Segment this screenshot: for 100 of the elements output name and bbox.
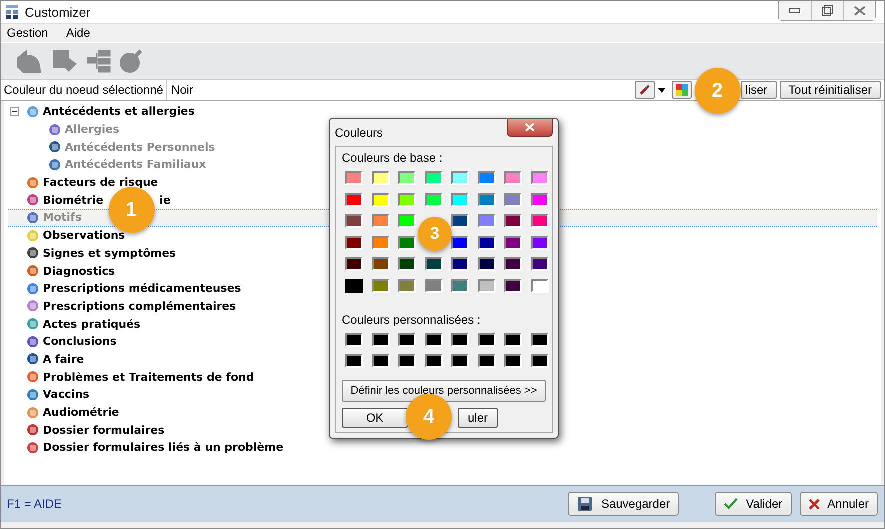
color-swatch[interactable] [504, 257, 522, 271]
color-swatch[interactable] [398, 278, 416, 292]
color-swatch[interactable] [530, 192, 548, 206]
restore-button[interactable] [811, 1, 843, 20]
validate-button[interactable]: Valider [715, 492, 792, 516]
color-swatch[interactable] [504, 332, 522, 346]
color-swatch[interactable] [478, 332, 496, 346]
color-swatch[interactable] [424, 278, 442, 292]
color-swatch[interactable] [398, 192, 416, 206]
color-swatch[interactable] [372, 236, 390, 250]
color-swatch[interactable] [530, 278, 548, 292]
color-swatch[interactable] [424, 354, 442, 368]
color-swatch[interactable] [345, 257, 363, 271]
color-swatch[interactable] [478, 257, 496, 271]
tree-item[interactable]: Conclusions [43, 335, 117, 348]
bomb-icon[interactable] [119, 48, 145, 74]
color-swatch[interactable] [398, 236, 416, 250]
color-swatch[interactable] [424, 192, 442, 206]
color-swatch[interactable] [424, 257, 442, 271]
color-swatch[interactable] [451, 214, 469, 228]
tree-item[interactable]: Signes et symptômes [43, 246, 176, 260]
color-swatch[interactable] [372, 354, 390, 368]
color-swatch[interactable] [372, 171, 390, 185]
menu-item[interactable]: Aide [66, 26, 90, 40]
color-swatch[interactable] [504, 278, 522, 292]
color-swatch[interactable] [478, 236, 496, 250]
tree-item[interactable]: Antécédents et allergies [43, 105, 195, 118]
color-swatch[interactable] [398, 354, 416, 368]
color-swatch[interactable] [424, 332, 442, 346]
tree-item[interactable]: A faire [43, 352, 84, 366]
tree-item[interactable]: Audiométrie [43, 406, 120, 420]
color-swatch[interactable] [451, 257, 469, 271]
tree-item[interactable]: Facteurs de risque [43, 176, 158, 190]
color-swatch[interactable] [398, 332, 416, 346]
cancel-button[interactable]: uler [458, 408, 498, 428]
color-swatch[interactable] [451, 236, 469, 250]
color-swatch[interactable] [372, 257, 390, 271]
tree-item[interactable]: Dossier formulaires [43, 424, 165, 437]
dropdown-arrow-icon[interactable] [658, 88, 666, 92]
color-swatch[interactable] [504, 171, 522, 185]
color-swatch[interactable] [372, 214, 390, 228]
color-swatch[interactable] [530, 354, 548, 368]
color-swatch[interactable] [424, 171, 442, 185]
color-swatch[interactable] [504, 192, 522, 206]
color-swatch[interactable] [451, 332, 469, 346]
ok-button[interactable]: OK [342, 408, 408, 428]
color-swatch[interactable] [345, 332, 363, 346]
tree-item[interactable]: Actes pratiqués [43, 318, 141, 331]
color-swatch[interactable] [530, 214, 548, 228]
color-swatch[interactable] [530, 257, 548, 271]
reset-all-button[interactable]: Tout réinitialiser [780, 81, 881, 99]
cancel-button[interactable]: Annuler [800, 492, 878, 516]
color-swatch[interactable] [345, 354, 363, 368]
tree-item[interactable]: Dossier formulaires liés à un problème [43, 441, 284, 454]
color-value-field[interactable]: Noir [167, 83, 635, 97]
back-arrow-icon[interactable] [15, 48, 43, 74]
forward-arrow-icon[interactable] [51, 48, 79, 74]
color-swatch[interactable] [530, 171, 548, 185]
tree-item[interactable]: Vaccins [43, 388, 90, 402]
color-swatch[interactable] [530, 236, 548, 250]
color-swatch[interactable] [478, 171, 496, 185]
collapse-toggle[interactable] [10, 107, 19, 116]
minimize-button[interactable] [779, 1, 811, 20]
color-swatch[interactable] [372, 192, 390, 206]
menu-item[interactable]: Gestion [7, 26, 48, 40]
color-swatch[interactable] [398, 171, 416, 185]
define-custom-colors-button[interactable]: Définir les couleurs personnalisées >> [342, 380, 546, 402]
color-swatch[interactable] [478, 192, 496, 206]
color-swatch[interactable] [451, 278, 469, 292]
color-swatch[interactable] [451, 192, 469, 206]
color-swatch[interactable] [504, 354, 522, 368]
tree-item[interactable]: Problèmes et Traitements de fond [43, 370, 254, 384]
color-swatch[interactable] [530, 332, 548, 346]
tree-item[interactable]: Biométrie [43, 194, 104, 207]
color-swatch[interactable] [372, 278, 390, 292]
color-swatch[interactable] [478, 278, 496, 292]
close-button[interactable] [843, 1, 875, 20]
color-swatch[interactable] [504, 236, 522, 250]
color-swatch[interactable] [478, 354, 496, 368]
color-swatch[interactable] [345, 278, 363, 292]
color-swatch[interactable] [345, 171, 363, 185]
color-swatch[interactable] [398, 257, 416, 271]
hierarchy-icon[interactable] [87, 49, 111, 73]
tree-item[interactable]: Diagnostics [43, 264, 116, 278]
color-swatch[interactable] [345, 236, 363, 250]
color-swatch[interactable] [451, 171, 469, 185]
color-swatch[interactable] [345, 192, 363, 206]
color-swatch[interactable] [398, 214, 416, 228]
reset-button[interactable]: liser [740, 81, 777, 99]
color-swatch[interactable] [504, 214, 522, 228]
palette-button[interactable] [672, 81, 692, 99]
color-swatch[interactable] [478, 214, 496, 228]
color-swatch[interactable] [372, 332, 390, 346]
eyedropper-button[interactable] [634, 81, 655, 99]
color-swatch[interactable] [345, 214, 363, 228]
color-swatch[interactable] [451, 354, 469, 368]
tree-item[interactable]: Prescriptions complémentaires [43, 300, 236, 313]
tree-item[interactable]: Prescriptions médicamenteuses [43, 282, 242, 296]
save-button[interactable]: Sauvegarder [568, 492, 680, 516]
close-button[interactable] [507, 119, 553, 137]
